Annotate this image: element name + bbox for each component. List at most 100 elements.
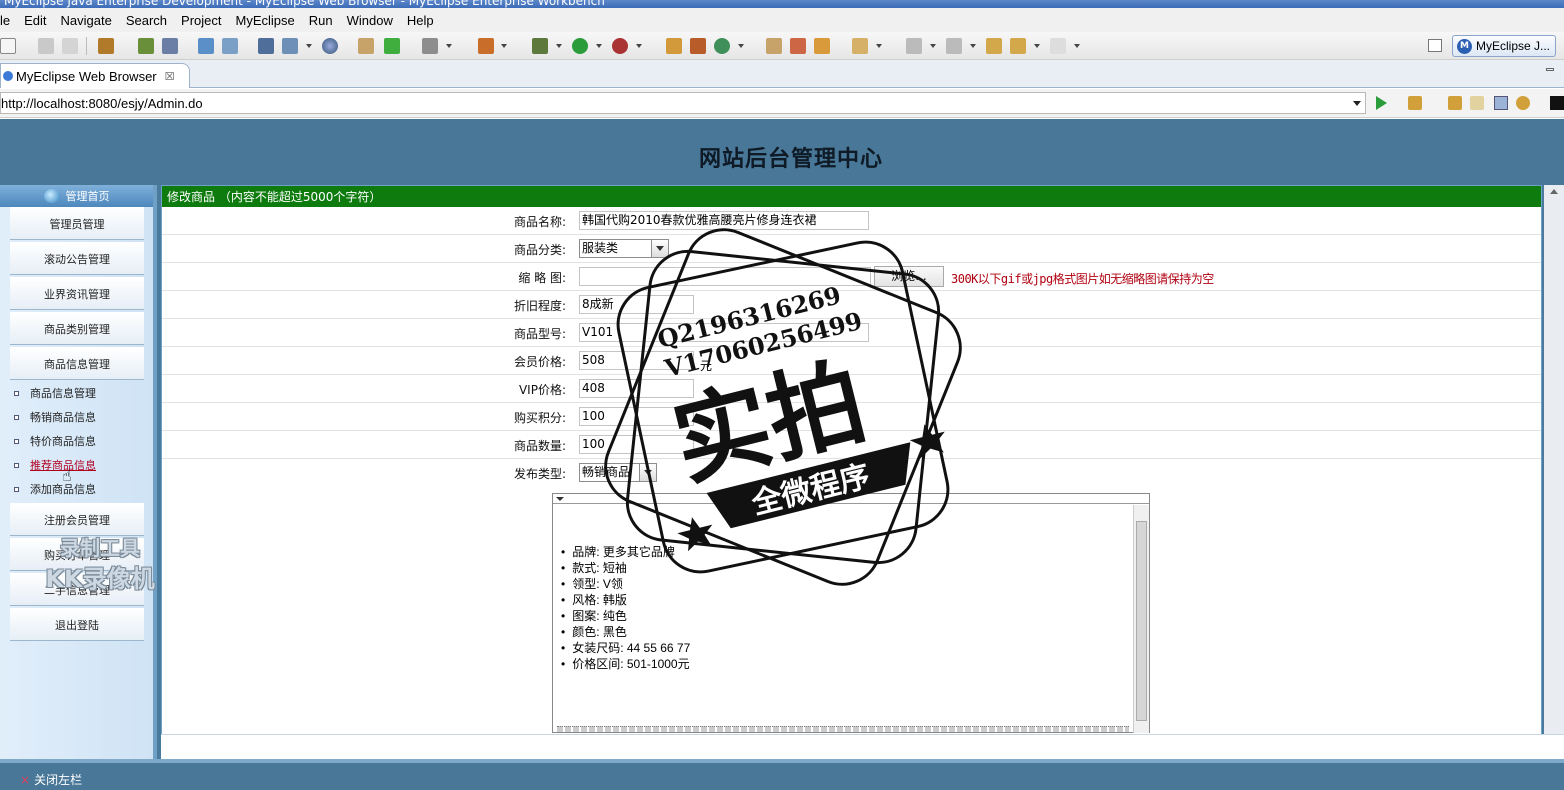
external-tools-icon[interactable] [612, 38, 628, 54]
thumbnail-file-input[interactable] [579, 267, 871, 286]
chevron-down-icon[interactable] [1353, 101, 1361, 106]
sidebar-subitem-recommended[interactable]: 推荐商品信息 [14, 456, 134, 474]
debug-icon[interactable] [532, 38, 548, 54]
new-file-icon[interactable] [0, 38, 16, 54]
refresh-icon[interactable] [714, 38, 730, 54]
back-icon[interactable] [1010, 38, 1026, 54]
chevron-down-icon[interactable] [970, 44, 976, 48]
menu-window[interactable]: Window [340, 13, 400, 28]
last-edit-icon[interactable] [986, 38, 1002, 54]
chevron-down-icon[interactable] [501, 44, 507, 48]
sidebar-subitem-specials[interactable]: 特价商品信息 [14, 432, 134, 450]
sidebar-subitem-add-product[interactable]: 添加商品信息 [14, 480, 134, 498]
quantity-input[interactable]: 100 [579, 435, 694, 454]
perspective-switcher[interactable]: M MyEclipse J... [1452, 35, 1556, 57]
next-annotation-icon[interactable] [906, 38, 922, 54]
category-select[interactable]: 服装类 [579, 239, 669, 258]
wizard2-icon[interactable] [222, 38, 238, 54]
new-package-icon[interactable] [690, 38, 706, 54]
pencil-icon[interactable] [790, 38, 806, 54]
wizard-icon[interactable] [198, 38, 214, 54]
sidebar-item-news[interactable]: 业界资讯管理 [10, 277, 144, 310]
go-icon[interactable] [1376, 96, 1387, 110]
chevron-down-icon[interactable] [1074, 44, 1080, 48]
forward-icon[interactable] [1470, 96, 1484, 110]
sidebar-item-products[interactable]: 商品信息管理 [10, 347, 144, 380]
points-input[interactable]: 100 [579, 407, 694, 426]
menu-project[interactable]: Project [174, 13, 228, 28]
chevron-down-icon[interactable] [1034, 44, 1040, 48]
menu-search[interactable]: Search [119, 13, 174, 28]
browse-button[interactable]: 浏览... [874, 266, 944, 287]
print-icon[interactable] [62, 38, 78, 54]
publish-type-select[interactable]: 畅销商品 [579, 463, 657, 482]
chevron-down-icon[interactable] [556, 44, 562, 48]
tab-web-browser[interactable]: MyEclipse Web Browser ☒ [0, 63, 190, 88]
chevron-down-icon[interactable] [876, 44, 882, 48]
scrollbar-thumb[interactable] [1136, 521, 1147, 721]
open-type-icon[interactable] [282, 38, 298, 54]
product-name-input[interactable]: 韩国代购2010春款优雅高腰亮片修身连衣裙 [579, 211, 869, 230]
sidebar-item-logout[interactable]: 退出登陆 [10, 608, 144, 641]
description-list: 品牌: 更多其它品牌 款式: 短袖 领型: V领 风格: 韩版 图案: 纯色 颜… [561, 544, 690, 672]
web-page: 网站后台管理中心 管理首页 管理员管理 滚动公告管理 业界资讯管理 商品类别管理… [0, 119, 1564, 790]
deploy-icon[interactable] [138, 38, 154, 54]
url-input[interactable] [1, 95, 1331, 111]
add-icon[interactable] [384, 38, 400, 54]
run-icon[interactable] [572, 38, 588, 54]
close-left-column-button[interactable]: × 关闭左栏 [20, 771, 82, 788]
hierarchy-icon[interactable] [258, 38, 274, 54]
sidebar-home[interactable]: 管理首页 [0, 185, 153, 207]
chevron-down-icon[interactable] [446, 44, 452, 48]
task-icon[interactable] [478, 38, 494, 54]
chevron-down-icon[interactable] [738, 44, 744, 48]
minimize-icon[interactable] [1546, 68, 1554, 71]
member-price-input[interactable]: 508 [579, 351, 694, 370]
chevron-down-icon[interactable] [306, 44, 312, 48]
new-class-icon[interactable] [666, 38, 682, 54]
open-perspective-icon[interactable] [1428, 39, 1442, 52]
folder2-icon[interactable] [852, 38, 868, 54]
scroll-up-icon[interactable] [1550, 189, 1558, 194]
editor-scrollbar[interactable] [1133, 505, 1149, 733]
chevron-down-icon[interactable] [636, 44, 642, 48]
camera-icon[interactable] [422, 38, 438, 54]
sidebar-item-categories[interactable]: 商品类别管理 [10, 312, 144, 345]
sidebar-item-announcements[interactable]: 滚动公告管理 [10, 242, 144, 275]
folder-icon[interactable] [358, 38, 374, 54]
menu-help[interactable]: Help [400, 13, 441, 28]
chevron-down-icon[interactable] [596, 44, 602, 48]
sidebar-item-admin[interactable]: 管理员管理 [10, 207, 144, 240]
prev-annotation-icon[interactable] [946, 38, 962, 54]
favorites-icon[interactable] [1408, 96, 1422, 110]
page-scrollbar[interactable] [1544, 185, 1564, 759]
sidebar-subitem-product-info[interactable]: 商品信息管理 [14, 384, 134, 402]
refresh-icon[interactable] [1516, 96, 1530, 110]
chevron-down-icon [639, 464, 656, 481]
back-icon[interactable] [1448, 96, 1462, 110]
stop-icon[interactable] [1494, 96, 1508, 110]
package-icon[interactable] [98, 38, 114, 54]
window-titlebar: MyEclipse Java Enterprise Development - … [0, 0, 1564, 8]
save-icon[interactable] [38, 38, 54, 54]
globe-icon[interactable] [322, 38, 338, 54]
menu-run[interactable]: Run [302, 13, 340, 28]
condition-input[interactable]: 8成新 [579, 295, 694, 314]
server-icon[interactable] [162, 38, 178, 54]
open-folder-icon[interactable] [766, 38, 782, 54]
menu-file[interactable]: le [0, 13, 17, 28]
menu-navigate[interactable]: Navigate [54, 13, 119, 28]
chevron-down-icon[interactable] [930, 44, 936, 48]
editor-toolbar-toggle[interactable] [553, 494, 1149, 504]
vip-price-input[interactable]: 408 [579, 379, 694, 398]
menu-edit[interactable]: Edit [17, 13, 53, 28]
close-icon[interactable]: ☒ [165, 70, 175, 83]
bag-icon[interactable] [814, 38, 830, 54]
forward-icon[interactable] [1050, 38, 1066, 54]
editor-bottom-toolbar[interactable] [557, 726, 1129, 732]
description-editor[interactable]: 品牌: 更多其它品牌 款式: 短袖 领型: V领 风格: 韩版 图案: 纯色 颜… [552, 493, 1150, 733]
model-input[interactable]: V101 [579, 323, 869, 342]
menu-myeclipse[interactable]: MyEclipse [229, 13, 302, 28]
sidebar-subitem-bestsellers[interactable]: 畅销商品信息 [14, 408, 134, 426]
view-source-icon[interactable] [1550, 96, 1564, 110]
